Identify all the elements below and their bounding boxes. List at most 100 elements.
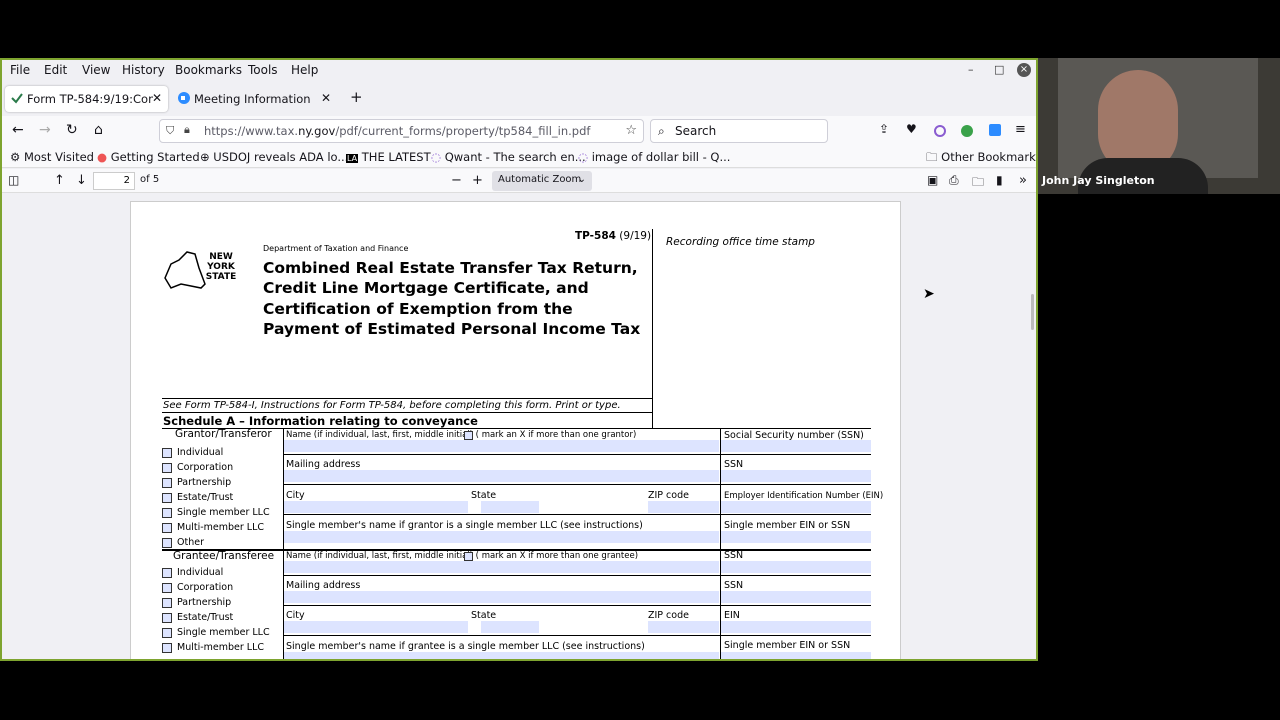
bookmark-getting-started[interactable]: ● Getting Started [97,150,200,164]
save-icon[interactable]: 🗀︎ [972,173,984,194]
search-box[interactable]: ⌕ Search [650,119,828,143]
shield-icon[interactable]: ⛉ [166,124,174,138]
tab-form-tp584[interactable]: Form TP-584:9/19:Combi ✕ [5,86,168,112]
url-text: https://www.tax.ny.gov/pdf/current_forms… [204,124,591,138]
star-icon[interactable]: ☆ [625,123,637,138]
grantor-corporation-checkbox[interactable] [162,463,172,473]
extension-green-icon[interactable] [961,125,973,137]
multiple-grantees-checkbox[interactable] [464,552,473,561]
close-window-icon[interactable]: × [1017,63,1031,77]
minimize-icon[interactable]: – [968,63,974,76]
forward-icon[interactable]: → [39,122,51,138]
print-icon[interactable]: ⎙ [949,173,959,188]
extension-badge-icon[interactable] [989,124,1001,136]
presentation-mode-icon[interactable]: ▣ [927,173,938,187]
zoom-out-icon[interactable]: − [451,173,462,188]
grantor-ssn2-field[interactable] [721,470,871,482]
reload-icon[interactable]: ↻ [66,122,78,138]
tab-meeting-info[interactable]: Meeting Information - Zo ✕ [172,86,337,112]
bookmarks-bar: ⚙ Most Visited ● Getting Started ⊕ USDOJ… [2,146,1036,168]
grantee-estate-trust-checkbox[interactable] [162,613,172,623]
grantee-city-field[interactable] [284,621,468,633]
grantor-multi-llc-checkbox[interactable] [162,523,172,533]
bookmark-most-visited[interactable]: ⚙ Most Visited [10,150,94,164]
extension-qwant-icon[interactable] [934,125,946,137]
grantor-single-llc-checkbox[interactable] [162,508,172,518]
back-icon[interactable]: ← [12,122,24,138]
grantee-ssn-field[interactable] [721,561,871,573]
home-icon[interactable]: ⌂ [94,122,103,138]
menu-history[interactable]: History [122,63,165,77]
maximize-icon[interactable]: □ [994,63,1004,76]
sidebar-toggle-icon[interactable]: ◫ [8,173,19,187]
menu-tools[interactable]: Tools [248,63,278,77]
grantee-mailing-field[interactable] [284,591,719,603]
grantee-multi-llc-checkbox[interactable] [162,643,172,653]
checkbox-label: Individual [177,447,224,458]
grantor-name-field[interactable] [284,440,719,452]
mailing-label: Mailing address [286,459,361,470]
divider [283,605,871,606]
grantor-zip-field[interactable] [648,501,719,513]
zoom-select[interactable]: Automatic Zoom ⌄ [492,171,592,191]
bookmark-usdoj[interactable]: ⊕ USDOJ reveals ADA lo... [200,150,348,164]
menu-file[interactable]: File [10,63,30,77]
bookmark-icon[interactable]: ▮ [996,173,1003,187]
grantor-partnership-checkbox[interactable] [162,478,172,488]
grantor-ssn-field[interactable] [721,440,871,452]
previous-page-icon[interactable]: ↑ [54,173,65,188]
grantor-state-field[interactable] [481,501,539,513]
ssn-label: SSN [724,459,744,470]
close-tab-icon[interactable]: ✕ [321,91,331,105]
checkbox-label: Estate/Trust [177,492,234,503]
grantee-individual-checkbox[interactable] [162,568,172,578]
multiple-grantors-checkbox[interactable] [464,431,473,440]
grantee-single-llc-checkbox[interactable] [162,628,172,638]
downloads-icon[interactable]: ⇪ [879,122,889,136]
grantor-mailing-field[interactable] [284,470,719,482]
bookmark-the-latest[interactable]: LA THE LATEST [346,150,431,164]
menu-view[interactable]: View [82,63,110,77]
zoom-in-icon[interactable]: + [472,173,483,188]
bookmark-dollar-bill[interactable]: ◌ image of dollar bill - Q... [578,150,730,164]
menu-edit[interactable]: Edit [44,63,67,77]
grantor-ein-field[interactable] [721,501,871,513]
schedule-a-heading: Schedule A – Information relating to con… [163,414,478,428]
grantee-zip-field[interactable] [648,621,719,633]
close-tab-icon[interactable]: ✕ [152,91,162,105]
page-number-input[interactable]: 2 [93,172,135,190]
grantee-name-field[interactable] [284,561,719,573]
pdf-page: TP-584 (9/19) Recording office time stam… [130,201,901,659]
bookmark-other[interactable]: 🗀︎ Other Bookmarks [926,150,1036,169]
grantee-corporation-checkbox[interactable] [162,583,172,593]
grantor-estate-trust-checkbox[interactable] [162,493,172,503]
hamburger-menu-icon[interactable]: ≡ [1015,122,1026,137]
lock-icon[interactable]: 🔒︎ [184,123,190,137]
grantee-ein-field[interactable] [721,621,871,633]
grantor-single-member-field[interactable] [284,531,719,543]
checkbox-label: Estate/Trust [177,612,234,623]
grantor-city-field[interactable] [284,501,468,513]
menu-bookmarks[interactable]: Bookmarks [175,63,242,77]
search-placeholder: Search [675,124,717,138]
grantee-state-field[interactable] [481,621,539,633]
grantor-single-ein-field[interactable] [721,531,871,543]
tools-chevron-icon[interactable]: » [1019,173,1027,188]
grantor-individual-checkbox[interactable] [162,448,172,458]
stamp-divider [652,229,653,429]
pocket-icon[interactable]: ♥ [906,122,917,136]
scrollbar-thumb[interactable] [1031,294,1034,330]
grantee-partnership-checkbox[interactable] [162,598,172,608]
grantee-single-member-field[interactable] [284,652,719,659]
url-bar[interactable]: ⛉ 🔒︎ https://www.tax.ny.gov/pdf/current_… [159,119,644,143]
grantee-ssn2-field[interactable] [721,591,871,603]
bookmark-qwant[interactable]: ◌ Qwant - The search en... [431,150,586,164]
grantee-single-ein-field[interactable] [721,652,871,659]
new-tab-icon[interactable]: + [350,88,363,106]
menu-bar: File Edit View History Bookmarks Tools H… [2,60,1036,80]
name-label-text: Name (if individual, last, first, middle… [286,430,637,440]
grantor-other-checkbox[interactable] [162,538,172,548]
checkbox-label: Single member LLC [177,507,270,518]
menu-help[interactable]: Help [291,63,318,77]
next-page-icon[interactable]: ↓ [76,173,87,188]
